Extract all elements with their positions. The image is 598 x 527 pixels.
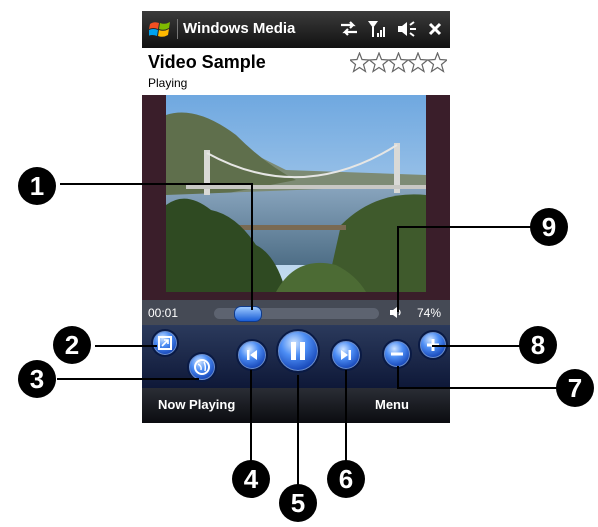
volume-down-button[interactable] <box>382 339 412 369</box>
pause-button[interactable] <box>276 329 320 373</box>
next-track-icon <box>341 350 351 360</box>
volume-percent: 74% <box>417 306 442 320</box>
callout-9-leader <box>397 226 399 312</box>
rating-star-icon <box>367 52 391 73</box>
speaker-icon[interactable] <box>395 19 417 39</box>
seek-bar-row: 00:01 74% <box>142 300 450 325</box>
callout-7-line <box>397 387 557 389</box>
minus-icon <box>391 352 403 356</box>
now-playing-header: Video Sample Playing <box>142 48 450 95</box>
now-playing-softkey[interactable]: Now Playing <box>158 397 235 412</box>
elapsed-time: 00:01 <box>148 306 179 320</box>
callout-2-line <box>95 345 157 347</box>
callout-6: 6 <box>327 460 365 498</box>
media-title: Video Sample <box>148 52 266 72</box>
rating-star-icon <box>426 52 447 73</box>
app-title: Windows Media <box>183 20 296 37</box>
callout-7: 7 <box>556 369 594 407</box>
callout-1-line <box>60 183 253 185</box>
callout-9: 9 <box>530 208 568 246</box>
callout-1-leader <box>251 183 253 310</box>
globe-icon <box>194 359 210 375</box>
rating-stars[interactable] <box>350 52 447 74</box>
callout-8-line <box>432 345 522 347</box>
next-button[interactable] <box>330 339 362 371</box>
callout-1: 1 <box>18 167 56 205</box>
callout-3: 3 <box>18 360 56 398</box>
rating-star-icon <box>387 52 410 73</box>
callout-3-line <box>57 378 199 380</box>
callout-5: 5 <box>279 484 317 522</box>
title-separator <box>177 19 178 39</box>
title-bar: Windows Media <box>142 11 450 48</box>
callout-4-line <box>250 370 252 470</box>
callout-9-line <box>397 226 532 228</box>
previous-track-icon <box>247 350 257 360</box>
previous-button[interactable] <box>236 339 268 371</box>
callout-5-line <box>297 375 299 491</box>
seek-slider-thumb[interactable] <box>234 306 262 322</box>
windows-logo-icon[interactable] <box>149 20 171 40</box>
menu-softkey[interactable]: Menu <box>375 397 409 412</box>
device-screen: Windows Media Video Sample Playing 00:01… <box>142 11 450 423</box>
full-screen-button[interactable] <box>151 329 179 357</box>
rating-star-icon <box>350 52 371 73</box>
playback-status: Playing <box>148 76 188 90</box>
callout-2: 2 <box>53 326 91 364</box>
callout-6-line <box>345 370 347 470</box>
connectivity-icon[interactable] <box>339 19 359 39</box>
callout-4: 4 <box>232 460 270 498</box>
callout-7-leader <box>397 366 399 388</box>
video-frame <box>142 95 450 300</box>
softkey-bar: Now Playing Menu <box>142 388 450 423</box>
rating-star-icon <box>406 52 430 73</box>
close-icon[interactable] <box>427 19 443 39</box>
volume-icon <box>390 307 401 318</box>
full-screen-icon <box>158 336 172 350</box>
pause-icon <box>291 342 305 360</box>
video-playback-area[interactable] <box>166 95 426 292</box>
signal-strength-icon[interactable] <box>366 19 386 39</box>
callout-8: 8 <box>519 326 557 364</box>
